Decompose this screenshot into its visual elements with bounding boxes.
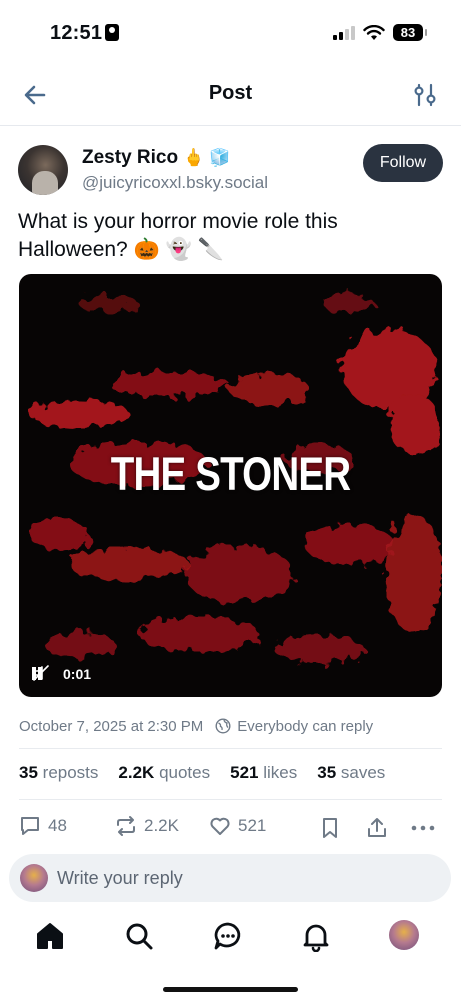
video-elapsed-time: 0:01: [63, 666, 92, 682]
id-card-icon: [105, 24, 120, 41]
video-title-card: THE STONER: [110, 447, 351, 500]
battery-level: 83: [400, 25, 416, 40]
signal-icon: [333, 25, 355, 40]
video-player[interactable]: THE STONER 0:01: [19, 274, 442, 697]
author-handle[interactable]: @juicyricoxxl.bsky.social: [82, 173, 268, 193]
status-time: 12:51: [50, 22, 120, 45]
author-name[interactable]: Zesty Rico 🖕 🧊: [82, 147, 230, 169]
like-count: 521: [238, 816, 267, 835]
post-timestamp: October 7, 2025 at 2:30 PM: [19, 717, 204, 735]
video-controls: 0:01: [31, 663, 430, 687]
reply-count: 48: [48, 816, 67, 835]
clock-label: 12:51: [50, 22, 103, 44]
comment-icon: [21, 817, 39, 835]
reposts-stat[interactable]: 35 reposts: [19, 763, 98, 783]
author-display-name: Zesty Rico: [82, 147, 179, 168]
quotes-count: 2.2K: [118, 763, 155, 782]
share-icon[interactable]: [365, 816, 389, 840]
likes-stat[interactable]: 521 likes: [230, 763, 297, 783]
reposts-count: 35: [19, 763, 38, 782]
author-avatar[interactable]: [18, 145, 68, 195]
likes-count: 521: [230, 763, 259, 782]
reply-setting[interactable]: Everybody can reply: [215, 718, 373, 735]
page-title: Post: [208, 82, 253, 104]
more-options-icon[interactable]: [410, 816, 436, 840]
status-icons: 83: [333, 24, 427, 41]
chat-icon[interactable]: [212, 920, 244, 952]
author-emoji-badges: 🖕 🧊: [183, 148, 231, 167]
home-icon[interactable]: [34, 920, 66, 952]
search-icon[interactable]: [123, 920, 155, 952]
saves-label: saves: [340, 763, 386, 782]
reply-setting-label: Everybody can reply: [237, 717, 374, 735]
heart-icon: [210, 817, 230, 835]
home-indicator: [163, 987, 298, 992]
bell-icon[interactable]: [300, 920, 332, 952]
post-actions: 48 2.2K 521: [18, 814, 443, 842]
divider: [19, 799, 442, 800]
saves-stat[interactable]: 35 saves: [317, 763, 385, 783]
reply-button[interactable]: 48: [18, 814, 67, 838]
wifi-icon: [363, 24, 385, 40]
divider: [19, 748, 442, 749]
reply-composer[interactable]: Write your reply: [9, 854, 451, 902]
battery-icon: 83: [393, 24, 427, 41]
engagement-stats: 35 reposts 2.2K quotes 521 likes 35 save…: [19, 763, 442, 783]
saves-count: 35: [317, 763, 337, 782]
post-author: Zesty Rico 🖕 🧊 @juicyricoxxl.bsky.social…: [18, 143, 443, 195]
bookmark-icon[interactable]: [318, 816, 342, 840]
post-header: Post: [0, 62, 461, 126]
quotes-stat[interactable]: 2.2K quotes: [118, 763, 210, 783]
sliders-icon[interactable]: [413, 82, 437, 108]
repost-button[interactable]: 2.2K: [114, 814, 179, 838]
status-bar: 12:51 83: [0, 0, 461, 62]
globe-icon: [215, 718, 231, 734]
likes-label: likes: [263, 763, 298, 782]
mute-icon[interactable]: [31, 663, 51, 683]
like-button[interactable]: 521: [208, 814, 266, 838]
reply-input-placeholder[interactable]: Write your reply: [57, 868, 183, 889]
post-meta: October 7, 2025 at 2:30 PM Everybody can…: [19, 714, 442, 738]
reposts-label: reposts: [42, 763, 99, 782]
bottom-tab-bar: [0, 902, 461, 1000]
repost-count: 2.2K: [144, 816, 179, 835]
repost-icon: [117, 816, 135, 836]
follow-button[interactable]: Follow: [363, 144, 443, 182]
post-text: What is your horror movie role this Hall…: [18, 210, 338, 261]
my-avatar: [20, 864, 48, 892]
profile-avatar-tab[interactable]: [389, 920, 419, 950]
quotes-label: quotes: [159, 763, 211, 782]
